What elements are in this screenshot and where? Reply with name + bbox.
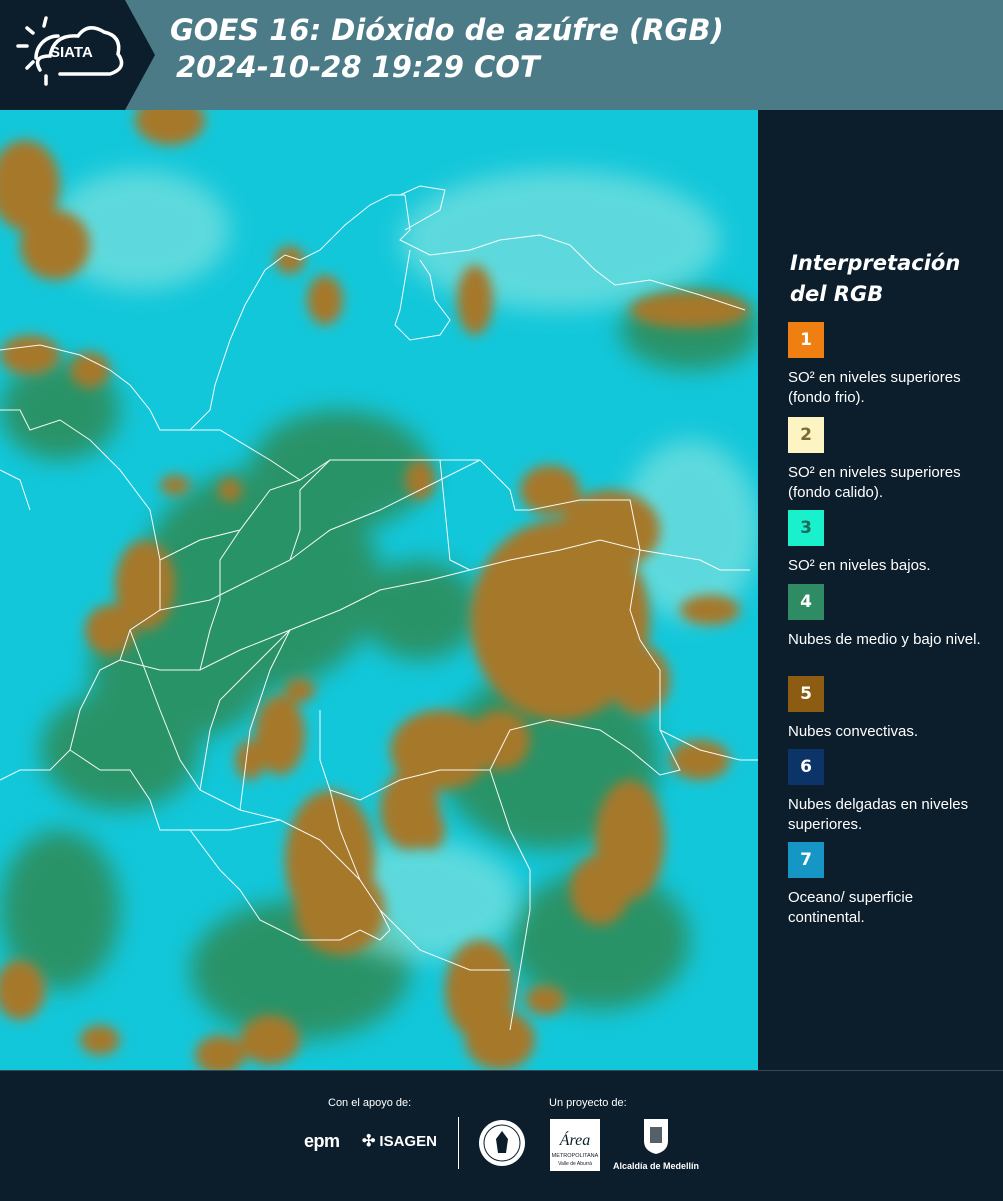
footer-divider — [458, 1117, 459, 1169]
legend-label-5: Nubes convectivas. — [788, 723, 919, 740]
legend-label-1: SO² en niveles superiores (fondo frio). — [788, 369, 961, 406]
area-logo-valley: Valle de Aburrá — [558, 1161, 592, 1167]
legend-number-4: 4 — [800, 592, 812, 612]
legend-number-7: 7 — [800, 850, 812, 870]
legend-title-line1: Interpretación — [790, 251, 961, 275]
isagen-icon: ✣ — [362, 1133, 376, 1150]
legend-swatch-1: 1 — [788, 322, 824, 358]
rgb-legend: Interpretación del RGB 1 SO² en niveles … — [758, 110, 1003, 1070]
legend-swatch-3: 3 — [788, 510, 824, 546]
alcaldia-shield-icon[interactable] — [642, 1117, 670, 1155]
legend-label-6: Nubes delgadas en niveles superiores. — [788, 796, 969, 833]
legend-label-3: SO² en niveles bajos. — [788, 557, 931, 574]
legend-label-2: SO² en niveles superiores (fondo calido)… — [788, 464, 961, 501]
legend-title: Interpretación del RGB — [790, 248, 960, 310]
area-logo-subtitle: METROPOLITANA — [552, 1153, 599, 1159]
medellin-seal-icon[interactable] — [478, 1119, 526, 1167]
legend-item-6: 6 Nubes delgadas en niveles superiores. — [788, 749, 988, 835]
header-bar: SIATA GOES 16: Dióxido de azúfre (RGB) 2… — [0, 0, 1003, 110]
siata-logo-text: SIATA — [50, 44, 93, 61]
legend-swatch-4: 4 — [788, 584, 824, 620]
legend-swatch-7: 7 — [788, 842, 824, 878]
satellite-map[interactable] — [0, 110, 758, 1070]
epm-logo[interactable]: epm — [304, 1131, 340, 1152]
legend-label-7: Oceano/ superficie continental. — [788, 889, 914, 926]
legend-item-3: 3 SO² en niveles bajos. — [788, 510, 988, 576]
legend-title-line2: del RGB — [790, 282, 884, 306]
area-metropolitana-logo[interactable]: Área METROPOLITANA Valle de Aburrá — [550, 1119, 600, 1171]
legend-item-2: 2 SO² en niveles superiores (fondo calid… — [788, 417, 988, 503]
legend-swatch-6: 6 — [788, 749, 824, 785]
legend-number-1: 1 — [800, 330, 812, 350]
legend-number-5: 5 — [800, 684, 812, 704]
legend-item-1: 1 SO² en niveles superiores (fondo frio)… — [788, 322, 988, 408]
support-label: Con el apoyo de: — [328, 1097, 412, 1109]
legend-number-6: 6 — [800, 757, 812, 777]
title-datetime: 2024-10-28 19:29 COT — [176, 50, 540, 84]
project-label: Un proyecto de: — [549, 1097, 627, 1109]
legend-number-3: 3 — [800, 518, 812, 538]
area-logo-word: Área — [559, 1130, 591, 1149]
alcaldia-label: Alcaldía de Medellín — [613, 1161, 700, 1171]
legend-item-4: 4 Nubes de medio y bajo nivel. — [788, 584, 988, 650]
siata-logo[interactable]: SIATA — [0, 0, 155, 110]
legend-swatch-2: 2 — [788, 417, 824, 453]
sponsors-footer: Con el apoyo de: Un proyecto de: epm ✣ I… — [0, 1070, 1003, 1201]
page-title: GOES 16: Dióxido de azúfre (RGB) 2024-10… — [170, 12, 724, 86]
legend-number-2: 2 — [800, 425, 812, 445]
isagen-text: ISAGEN — [379, 1132, 437, 1150]
legend-swatch-5: 5 — [788, 676, 824, 712]
title-product: GOES 16: Dióxido de azúfre (RGB) — [170, 13, 724, 47]
legend-item-5: 5 Nubes convectivas. — [788, 676, 988, 742]
legend-label-4: Nubes de medio y bajo nivel. — [788, 631, 981, 648]
legend-item-7: 7 Oceano/ superficie continental. — [788, 842, 988, 928]
isagen-logo[interactable]: ✣ ISAGEN — [362, 1131, 437, 1151]
